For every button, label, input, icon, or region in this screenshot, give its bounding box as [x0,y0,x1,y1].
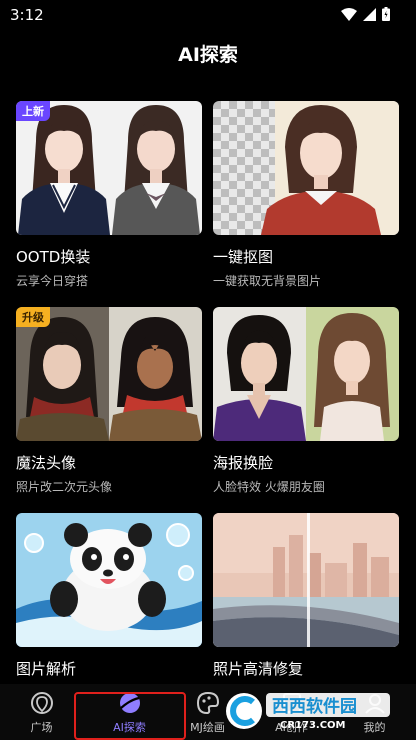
badge-new: 上新 [16,101,50,121]
wifi-icon [341,7,357,21]
photo-hd-repair-thumbnail [213,513,399,647]
watermark-logo: 西西软件园 CR173.COM [226,693,390,731]
card-title: 图片解析 [16,660,77,678]
card-title: 海报换脸 [213,454,274,472]
signal-icon [363,7,376,21]
nav-highlight-box [74,692,186,740]
badge-upgrade: 升级 [16,307,50,327]
card-title: 照片高清修复 [213,660,304,678]
card-title: 魔法头像 [16,454,77,472]
card-subtitle: 照片改二次元头像 [16,480,113,494]
palette-icon [196,691,220,715]
status-time: 3:12 [10,6,44,24]
magic-avatar-thumbnail [16,307,202,441]
card-subtitle: 人脸特效 火爆朋友圈 [213,480,325,494]
watermark-url: CR173.COM [280,720,346,731]
status-bar: 3:12 [0,0,416,30]
nav-label: 广场 [30,721,53,734]
cutout-thumbnail [213,101,399,235]
ootd-thumbnail [16,101,202,235]
plaza-icon [31,692,53,714]
card-title: 一键抠图 [213,248,274,266]
watermark-text: 西西软件园 [272,696,357,717]
card-subtitle: 云享今日穿搭 [16,274,89,288]
poster-face-swap-thumbnail [213,307,399,441]
nav-item-plaza[interactable]: 广场 [0,684,83,740]
page-title: AI探索 [178,44,238,66]
battery-icon [382,7,390,21]
card-subtitle: 一键获取无背景图片 [213,274,322,288]
image-analysis-thumbnail [16,513,202,647]
card-title: OOTD换装 [16,248,91,266]
